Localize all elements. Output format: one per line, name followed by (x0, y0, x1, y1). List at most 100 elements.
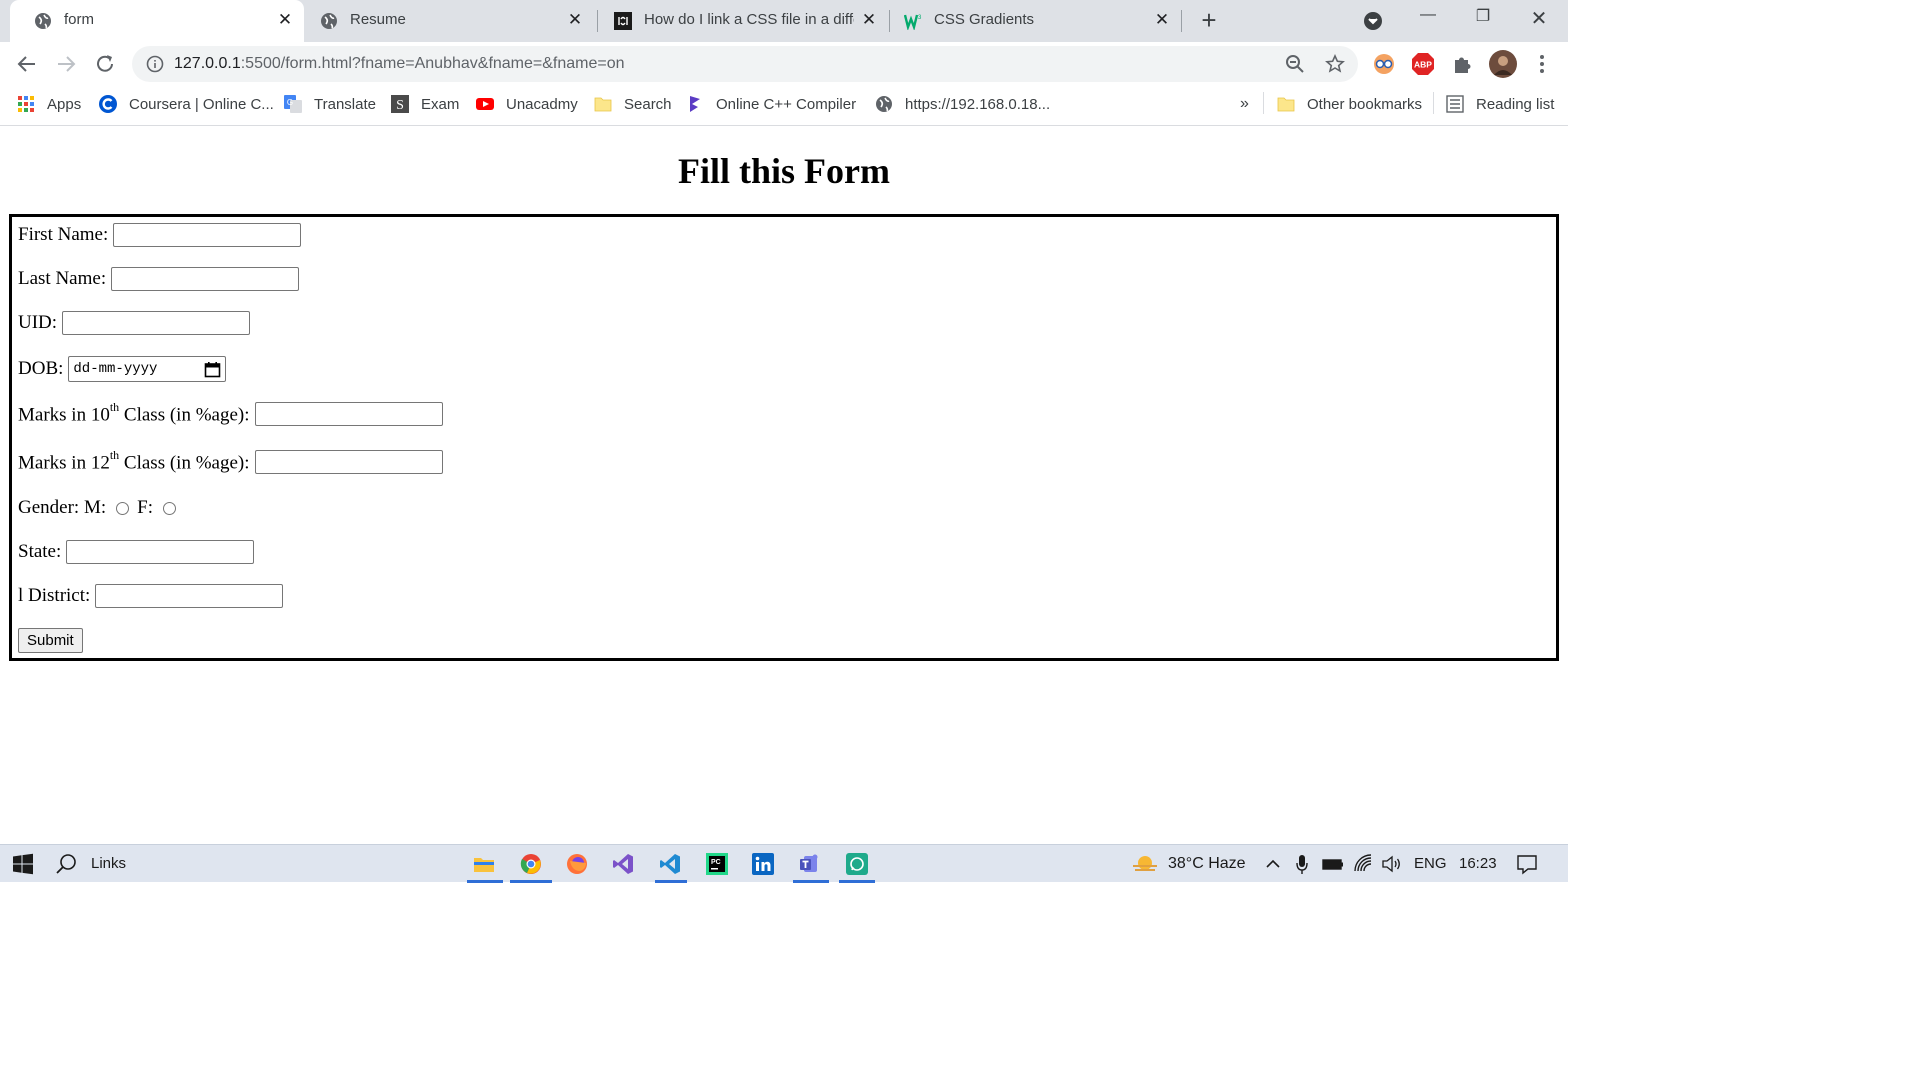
other-bookmarks[interactable]: Other bookmarks (1277, 93, 1422, 115)
marks-12-input[interactable] (254, 450, 443, 475)
exam-icon: S (391, 95, 409, 113)
file-explorer-icon[interactable] (473, 853, 495, 875)
clock[interactable]: 16:23 (1459, 855, 1497, 872)
dob-placeholder: dd-mm-yyyy (73, 361, 158, 377)
new-tab-button[interactable]: + (1196, 7, 1222, 34)
bookmark-label: Other bookmarks (1307, 95, 1423, 113)
taskbar-search-label[interactable]: Links (91, 855, 126, 872)
gender-f-radio[interactable] (162, 501, 176, 515)
first-name-label: First Name: (18, 224, 109, 245)
bookmark-ip[interactable]: https://192.168.0.18... (875, 93, 1050, 115)
marks-12-label: Marks in 12th Class (in %age): (18, 448, 250, 474)
chevron-up-icon[interactable] (1264, 853, 1282, 875)
tab-title: How do I link a CSS file in a differ (644, 11, 854, 28)
bookmark-label: Exam (421, 95, 460, 113)
last-name-row: Last Name: (18, 267, 300, 291)
battery-icon[interactable] (1322, 853, 1344, 875)
page-title: Fill this Form (678, 151, 890, 191)
adblock-icon[interactable]: ABP (1411, 52, 1435, 76)
browser-toolbar: 127.0.0.1:5500/form.html?fname=Anubhav&f… (0, 42, 1568, 86)
avatar[interactable] (1489, 50, 1517, 78)
vscode-icon[interactable] (659, 853, 681, 875)
marks-10-input[interactable] (254, 402, 443, 427)
tab-css-link[interactable]: How do I link a CSS file in a differ ✕ (590, 0, 884, 42)
gender-row: Gender: M: F: (18, 497, 184, 519)
translate-icon: G (284, 95, 302, 113)
reload-icon[interactable] (93, 52, 117, 76)
extensions-puzzle-icon[interactable] (1451, 52, 1475, 76)
bookmark-cpp-compiler[interactable]: Online C++ Compiler (686, 93, 856, 115)
restore-button[interactable]: ❐ (1468, 6, 1498, 30)
owl-extension-icon[interactable] (1372, 52, 1396, 76)
folder-icon (1277, 97, 1295, 112)
teams-icon[interactable] (799, 853, 821, 875)
search-icon[interactable] (55, 853, 77, 875)
notifications-icon[interactable] (1516, 853, 1538, 875)
bookmark-label: Reading list (1476, 95, 1555, 113)
url-text: 127.0.0.1:5500/form.html?fname=Anubhav&f… (174, 55, 625, 72)
state-input[interactable] (66, 540, 255, 564)
close-icon[interactable]: ✕ (566, 11, 584, 29)
forward-icon[interactable] (54, 52, 78, 76)
globe-icon (321, 13, 337, 29)
bookmark-translate[interactable]: G Translate (284, 93, 376, 115)
tab-strip: form ✕ Resume ✕ How do I link a CSS file… (0, 0, 1568, 42)
volume-icon[interactable] (1381, 853, 1403, 875)
submit-button[interactable]: Submit (18, 628, 83, 653)
bookmark-label: Search (624, 95, 672, 113)
address-bar[interactable]: 127.0.0.1:5500/form.html?fname=Anubhav&f… (132, 46, 1358, 82)
star-icon[interactable] (1325, 54, 1345, 74)
gender-m-radio[interactable] (116, 501, 130, 515)
gender-label: Gender: M: (18, 497, 107, 518)
close-window-button[interactable]: ✕ (1524, 6, 1554, 30)
tab-resume[interactable]: Resume ✕ (296, 0, 590, 42)
close-icon[interactable]: ✕ (860, 11, 878, 29)
linkedin-icon[interactable] (752, 853, 774, 875)
microphone-icon[interactable] (1294, 853, 1310, 875)
weather-text[interactable]: 38°C Haze (1168, 855, 1246, 873)
firefox-icon[interactable] (566, 853, 588, 875)
taskbar-active-indicator (510, 880, 552, 883)
tab-search-icon[interactable] (1363, 11, 1383, 31)
bookmark-label: https://192.168.0.18... (905, 95, 1051, 113)
back-icon[interactable] (15, 52, 39, 76)
marks-12-row: Marks in 12th Class (in %age): (18, 448, 443, 475)
bookmark-search[interactable]: Search (594, 93, 672, 115)
info-icon[interactable] (146, 55, 164, 73)
pycharm-icon[interactable]: PC (706, 853, 728, 875)
tab-css-gradients[interactable]: 3 CSS Gradients ✕ (880, 0, 1176, 42)
bookmark-apps[interactable]: Apps (17, 93, 81, 115)
close-icon[interactable]: ✕ (276, 11, 294, 29)
more-bookmarks-button[interactable]: » (1240, 93, 1249, 115)
wifi-icon[interactable] (1353, 853, 1375, 875)
svg-text:ABP: ABP (1414, 60, 1432, 70)
calendar-icon[interactable] (204, 361, 221, 378)
uid-input[interactable] (62, 311, 251, 335)
minimize-button[interactable]: — (1413, 6, 1443, 30)
weather-haze-icon[interactable] (1131, 853, 1159, 875)
bookmark-coursera[interactable]: Coursera | Online C... (99, 93, 274, 115)
tab-form[interactable]: form ✕ (10, 0, 304, 42)
chrome-icon[interactable] (520, 853, 542, 875)
globe-icon (876, 96, 892, 112)
dob-input[interactable]: dd-mm-yyyy (68, 356, 227, 382)
district-input[interactable] (95, 584, 284, 608)
w3schools-icon: 3 (904, 14, 922, 30)
windows-start-icon[interactable] (12, 853, 34, 875)
last-name-input[interactable] (111, 267, 300, 291)
bookmark-unacadmy[interactable]: Unacadmy (476, 93, 578, 115)
whatsapp-icon[interactable] (846, 853, 868, 875)
tab-separator (1181, 10, 1182, 32)
compiler-icon (690, 96, 700, 112)
reading-list[interactable]: Reading list (1446, 93, 1554, 115)
svg-text:G: G (287, 98, 293, 107)
last-name-label: Last Name: (18, 268, 107, 289)
first-name-input[interactable] (113, 223, 302, 247)
visual-studio-icon[interactable] (612, 853, 634, 875)
menu-kebab-icon[interactable] (1530, 52, 1554, 76)
zoom-out-icon[interactable] (1285, 54, 1305, 74)
language-indicator[interactable]: ENG (1414, 855, 1447, 872)
close-icon[interactable]: ✕ (1153, 11, 1171, 29)
bookmark-exam[interactable]: S Exam (391, 93, 459, 115)
taskbar-active-indicator (839, 880, 875, 883)
